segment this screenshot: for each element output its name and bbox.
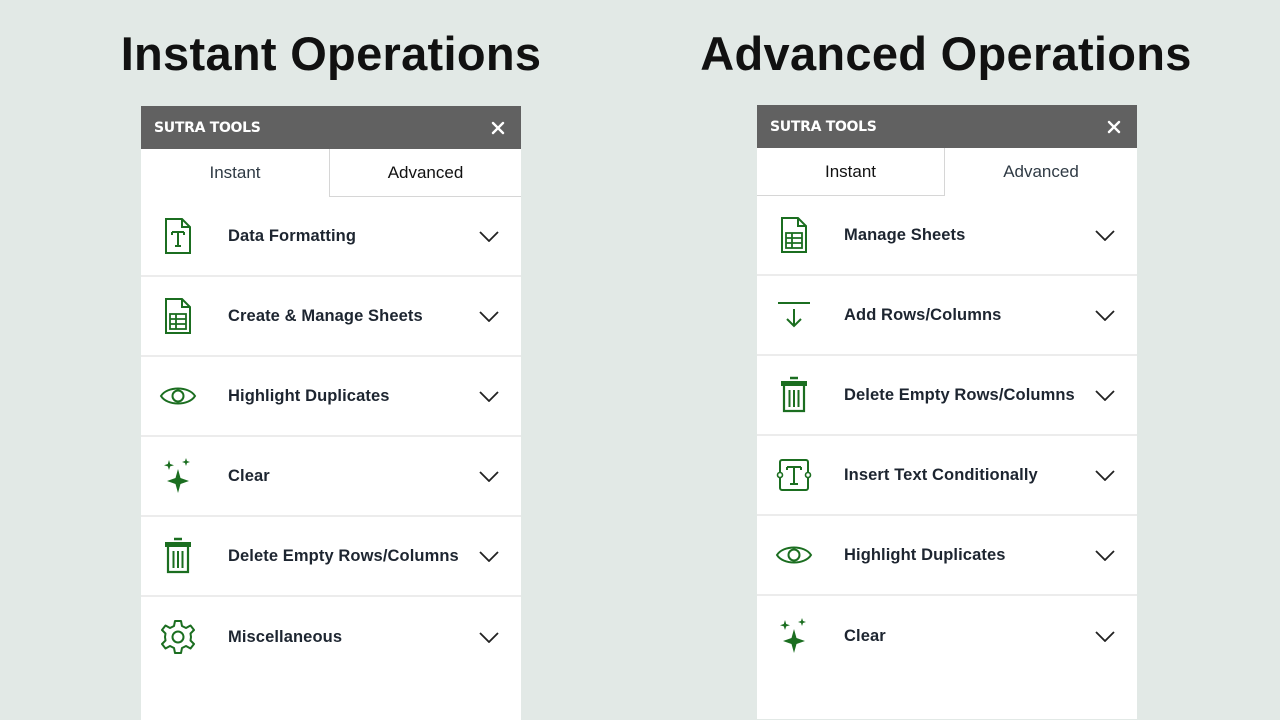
panel-header: SUTRA TOOLS <box>757 105 1137 148</box>
list-item-manage-sheets[interactable]: Manage Sheets <box>757 196 1137 276</box>
eye-icon <box>158 376 198 416</box>
panel-title: SUTRA TOOLS <box>154 119 261 136</box>
chevron-down-icon[interactable] <box>1094 228 1116 242</box>
list-item-label: Delete Empty Rows/Columns <box>228 546 459 565</box>
sheet-icon <box>774 215 814 255</box>
chevron-down-icon[interactable] <box>1094 388 1116 402</box>
tab-bar: Instant Advanced <box>141 149 521 197</box>
tab-instant[interactable]: Instant <box>757 148 945 196</box>
trash-icon <box>158 536 198 576</box>
heading-advanced-operations: Advanced Operations <box>700 27 1192 80</box>
close-button[interactable] <box>1105 118 1123 136</box>
tab-advanced[interactable]: Advanced <box>945 148 1137 196</box>
list-item-label: Manage Sheets <box>844 225 966 244</box>
chevron-down-icon[interactable] <box>478 309 500 323</box>
sutra-tools-panel-advanced: SUTRA TOOLS Instant Advanced Manage Shee… <box>757 105 1137 719</box>
chevron-down-icon[interactable] <box>1094 548 1116 562</box>
list-item-label: Data Formatting <box>228 226 357 245</box>
list-item-label: Insert Text Conditionally <box>844 465 1038 484</box>
chevron-down-icon[interactable] <box>1094 308 1116 322</box>
list-item-add-rows-columns[interactable]: Add Rows/Columns <box>757 276 1137 356</box>
chevron-down-icon[interactable] <box>1094 629 1116 643</box>
close-icon <box>491 121 505 134</box>
list-item-label: Clear <box>844 626 886 645</box>
chevron-down-icon[interactable] <box>478 549 500 563</box>
chevron-down-icon[interactable] <box>478 469 500 483</box>
list-item-insert-text-conditionally[interactable]: Insert Text Conditionally <box>757 436 1137 516</box>
panel-header: SUTRA TOOLS <box>141 106 521 149</box>
tab-advanced[interactable]: Advanced <box>329 149 521 197</box>
insert-row-icon <box>774 295 814 335</box>
list-item-clear[interactable]: Clear <box>757 596 1137 676</box>
sparkle-icon <box>158 456 198 496</box>
operations-list: Data Formatting Create & Manage Sheets H… <box>141 197 521 677</box>
eye-icon <box>774 535 814 575</box>
close-button[interactable] <box>489 119 507 137</box>
panel-title: SUTRA TOOLS <box>770 118 877 135</box>
list-item-clear[interactable]: Clear <box>141 437 521 517</box>
list-item-label: Add Rows/Columns <box>844 305 1002 324</box>
list-item-delete-empty-rows-columns[interactable]: Delete Empty Rows/Columns <box>757 356 1137 436</box>
trash-icon <box>774 375 814 415</box>
list-item-label: Highlight Duplicates <box>844 545 1006 564</box>
gear-icon <box>158 617 198 657</box>
list-item-data-formatting[interactable]: Data Formatting <box>141 197 521 277</box>
text-document-icon <box>158 216 198 256</box>
heading-instant-operations: Instant Operations <box>120 27 542 80</box>
list-item-highlight-duplicates[interactable]: Highlight Duplicates <box>141 357 521 437</box>
list-item-highlight-duplicates[interactable]: Highlight Duplicates <box>757 516 1137 596</box>
list-item-label: Create & Manage Sheets <box>228 306 423 325</box>
sheet-icon <box>158 296 198 336</box>
operations-list: Manage Sheets Add Rows/Columns Delete Em… <box>757 196 1137 676</box>
chevron-down-icon[interactable] <box>478 389 500 403</box>
chevron-down-icon[interactable] <box>478 630 500 644</box>
close-icon <box>1107 120 1121 133</box>
chevron-down-icon[interactable] <box>1094 468 1116 482</box>
list-item-label: Miscellaneous <box>228 627 343 646</box>
list-item-delete-empty-rows-columns[interactable]: Delete Empty Rows/Columns <box>141 517 521 597</box>
list-item-label: Highlight Duplicates <box>228 386 390 405</box>
text-box-icon <box>774 455 814 495</box>
tab-bar: Instant Advanced <box>757 148 1137 196</box>
chevron-down-icon[interactable] <box>478 229 500 243</box>
list-item-create-manage-sheets[interactable]: Create & Manage Sheets <box>141 277 521 357</box>
tab-instant[interactable]: Instant <box>141 149 329 197</box>
sutra-tools-panel-instant: SUTRA TOOLS Instant Advanced Data Format… <box>141 106 521 720</box>
list-item-label: Delete Empty Rows/Columns <box>844 385 1075 404</box>
sparkle-icon <box>774 616 814 656</box>
list-item-label: Clear <box>228 466 270 485</box>
list-item-miscellaneous[interactable]: Miscellaneous <box>141 597 521 677</box>
